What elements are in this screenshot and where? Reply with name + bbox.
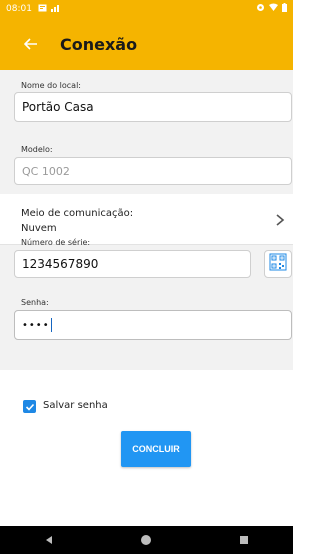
vpn-icon — [256, 3, 265, 15]
message-icon — [38, 4, 47, 15]
meio-value: Nuvem — [21, 223, 57, 234]
wifi-icon — [269, 3, 278, 15]
senha-label: Senha: — [21, 298, 49, 307]
arrow-left-icon[interactable] — [20, 33, 42, 55]
modelo-field: QC 1002 — [14, 157, 292, 185]
recents-square-icon[interactable] — [224, 526, 264, 554]
serie-label: Número de série: — [21, 238, 91, 247]
back-triangle-icon[interactable] — [29, 526, 69, 554]
senha-value: •••• — [22, 319, 50, 331]
signal-icon — [50, 4, 60, 15]
nome-label: Nome do local: — [21, 81, 81, 90]
app-bar: Conexão — [0, 18, 293, 70]
qr-code-icon — [269, 253, 287, 275]
nome-value: Portão Casa — [22, 100, 94, 114]
serie-field[interactable]: 1234567890 — [14, 250, 251, 278]
system-nav-bar — [0, 526, 293, 554]
status-time: 08:01 — [6, 4, 32, 14]
chevron-right-icon[interactable] — [274, 212, 286, 226]
meio-row[interactable] — [0, 194, 293, 244]
modelo-label: Modelo: — [21, 145, 53, 154]
serie-value: 1234567890 — [22, 257, 99, 271]
modelo-value: QC 1002 — [22, 164, 70, 178]
salvar-senha-checkbox[interactable] — [23, 400, 36, 413]
salvar-senha-label[interactable]: Salvar senha — [43, 400, 108, 411]
home-circle-icon[interactable] — [126, 526, 166, 554]
meio-label: Meio de comunicação: — [21, 208, 134, 219]
concluir-button[interactable]: CONCLUIR — [121, 431, 191, 467]
battery-icon — [282, 3, 287, 15]
status-bar: 08:01 — [0, 0, 293, 18]
page-title: Conexão — [60, 34, 138, 54]
text-cursor — [50, 318, 52, 332]
senha-field[interactable]: •••• — [14, 310, 292, 340]
nome-field[interactable]: Portão Casa — [14, 92, 292, 122]
qr-scan-button[interactable] — [264, 250, 292, 278]
